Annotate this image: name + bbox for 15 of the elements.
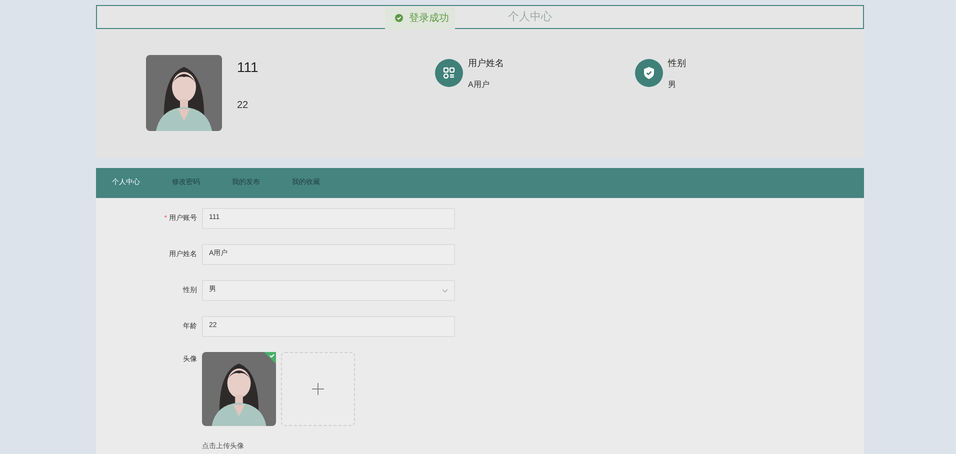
stat-label: 用户姓名 [468, 57, 504, 70]
shield-check-icon [635, 59, 663, 87]
plus-icon [312, 383, 324, 395]
grid-icon [435, 59, 463, 87]
page-title: 个人中心 [508, 10, 552, 25]
upload-button[interactable] [281, 352, 355, 426]
check-circle-icon [395, 14, 403, 22]
age-text: 22 [237, 99, 250, 113]
account-name: 111 [237, 58, 260, 77]
check-corner-icon [264, 352, 276, 364]
stat-value: 男 [668, 78, 677, 90]
stat-label: 性别 [668, 57, 686, 70]
toast-message: 登录成功 [409, 12, 449, 26]
stat-value: A用户 [468, 78, 490, 90]
chevron-down-icon [442, 288, 448, 292]
